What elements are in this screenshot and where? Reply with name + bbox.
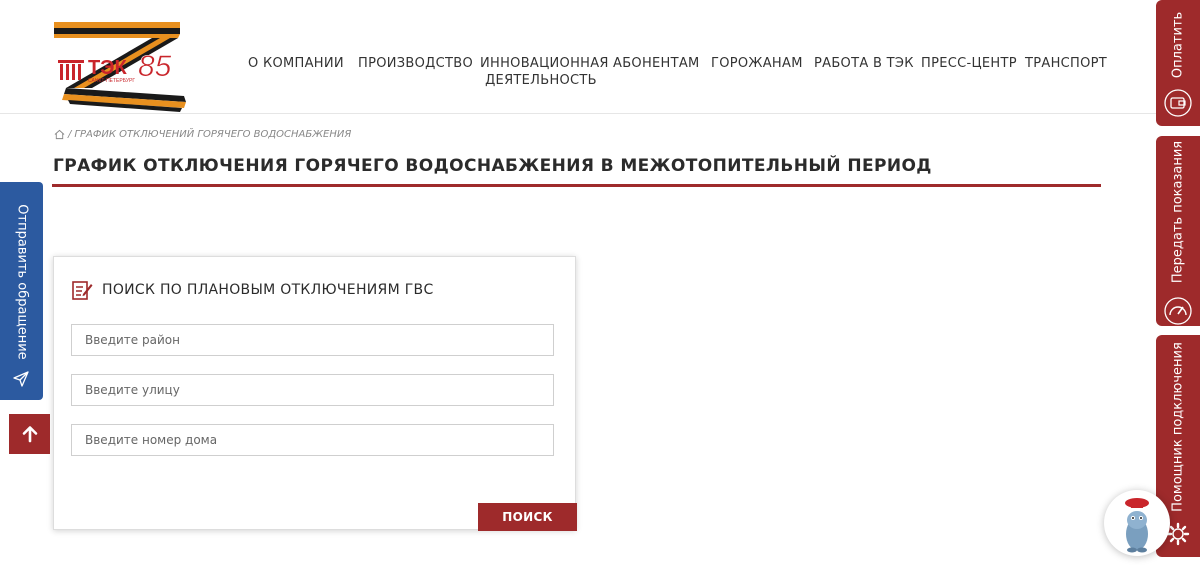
pay-label: Оплатить [1170, 11, 1186, 79]
wallet-icon [1164, 89, 1192, 117]
page-title: ГРАФИК ОТКЛЮЧЕНИЯ ГОРЯЧЕГО ВОДОСНАБЖЕНИЯ… [53, 156, 932, 176]
site-header: ТЭК 85 САНКТ-ПЕТЕРБУРГ О КОМПАНИИ ПРОИЗВ… [0, 0, 1200, 114]
home-icon[interactable] [54, 129, 65, 140]
breadcrumb-current: ГРАФИК ОТКЛЮЧЕНИЙ ГОРЯЧЕГО ВОДОСНАБЖЕНИЯ [74, 129, 352, 140]
search-button[interactable]: ПОИСК [478, 503, 577, 531]
main-nav: О КОМПАНИИ ПРОИЗВОДСТВО ИННОВАЦИОННАЯ ДЕ… [240, 55, 1120, 95]
svg-text:САНКТ-ПЕТЕРБУРГ: САНКТ-ПЕТЕРБУРГ [88, 78, 135, 84]
svg-text:85: 85 [138, 50, 172, 83]
search-panel: ПОИСК ПО ПЛАНОВЫМ ОТКЛЮЧЕНИЯМ ГВС ПОИСК [53, 256, 577, 531]
street-input[interactable] [71, 374, 554, 406]
nav-item-careers[interactable]: РАБОТА В ТЭК [814, 55, 914, 72]
title-divider [52, 184, 1101, 187]
nav-item-innovation[interactable]: ИННОВАЦИОННАЯ ДЕЯТЕЛЬНОСТЬ [480, 55, 608, 89]
submit-readings-tab[interactable]: Передать показания [1156, 136, 1200, 326]
search-panel-header: ПОИСК ПО ПЛАНОВЫМ ОТКЛЮЧЕНИЯМ ГВС [71, 279, 434, 301]
edit-note-icon [72, 281, 93, 300]
nav-item-subscribers[interactable]: АБОНЕНТАМ [613, 55, 700, 72]
submit-readings-label: Передать показания [1170, 140, 1186, 284]
logo-icon: ТЭК 85 САНКТ-ПЕТЕРБУРГ [54, 22, 186, 112]
arrow-up-icon [22, 426, 37, 443]
send-feedback-label: Отправить обращение [14, 204, 29, 360]
send-feedback-tab[interactable]: Отправить обращение [0, 182, 43, 400]
nav-item-press[interactable]: ПРЕСС-ЦЕНТР [921, 55, 1017, 72]
breadcrumb: / ГРАФИК ОТКЛЮЧЕНИЙ ГОРЯЧЕГО ВОДОСНАБЖЕН… [54, 129, 351, 140]
connection-helper-label: Помощник подключения [1170, 342, 1186, 512]
meter-icon [1164, 297, 1192, 325]
search-panel-title: ПОИСК ПО ПЛАНОВЫМ ОТКЛЮЧЕНИЯМ ГВС [102, 282, 434, 298]
breadcrumb-separator: / [68, 129, 72, 140]
svg-text:ТЭК: ТЭК [88, 57, 127, 79]
nav-item-company[interactable]: О КОМПАНИИ [248, 55, 344, 72]
house-number-input[interactable] [71, 424, 554, 456]
nav-item-citizens[interactable]: ГОРОЖАНАМ [711, 55, 803, 72]
nav-item-transport[interactable]: ТРАНСПОРТ [1025, 55, 1107, 72]
assistant-mascot-button[interactable] [1104, 490, 1170, 556]
nav-item-production[interactable]: ПРОИЗВОДСТВО [358, 55, 473, 72]
scroll-top-button[interactable] [9, 414, 50, 454]
logo[interactable]: ТЭК 85 САНКТ-ПЕТЕРБУРГ [52, 18, 192, 112]
district-input[interactable] [71, 324, 554, 356]
mascot-icon [1125, 498, 1149, 553]
send-icon [13, 371, 29, 387]
pay-tab[interactable]: Оплатить [1156, 0, 1200, 126]
